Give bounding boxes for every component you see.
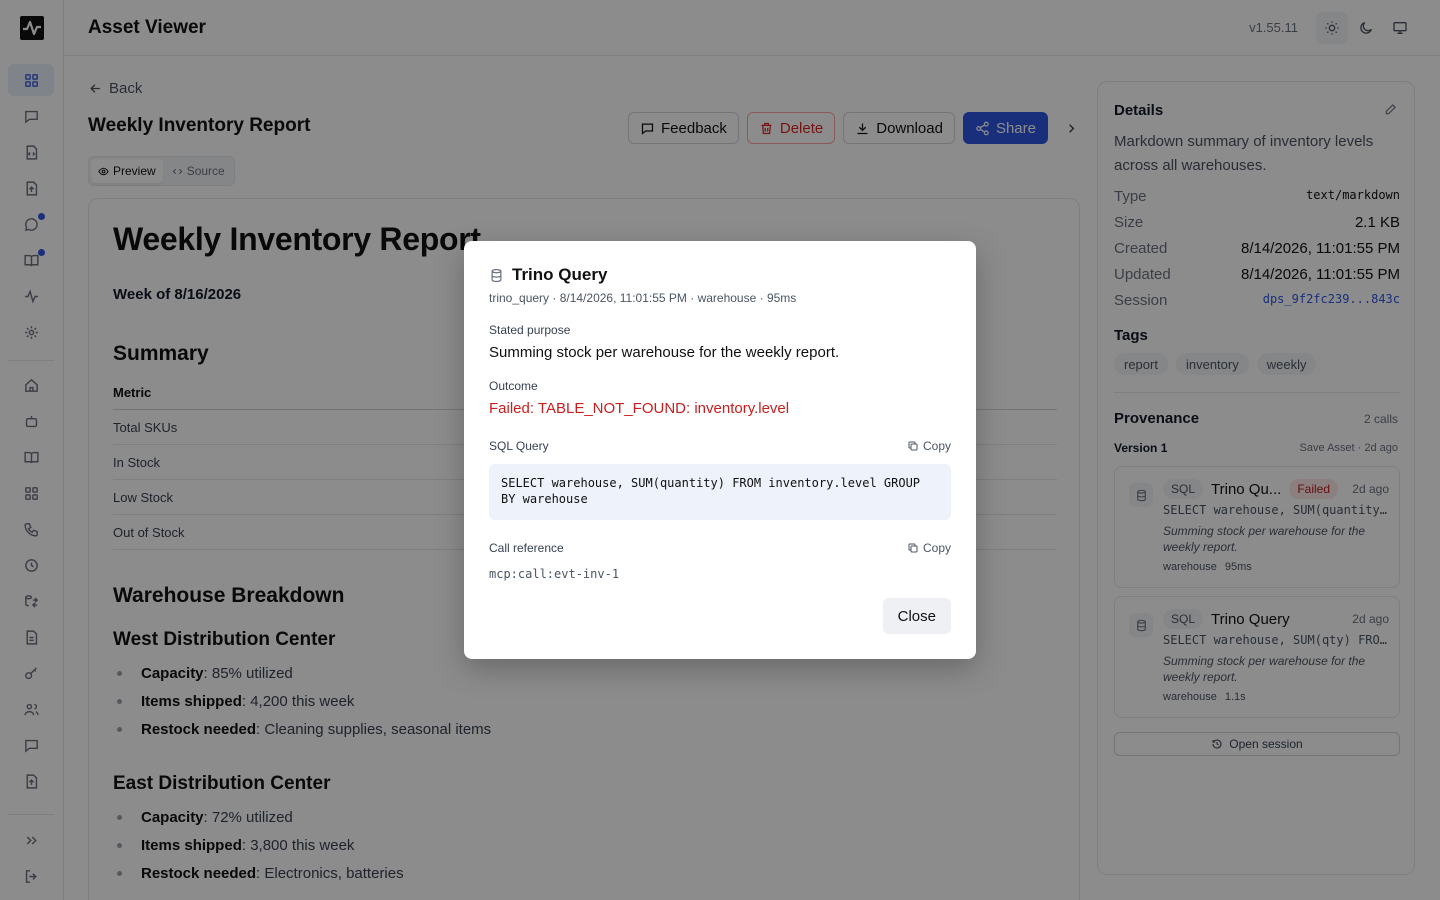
copy-label: Copy: [922, 541, 951, 555]
query-detail-dialog: Trino Query trino_query · 8/14/2026, 11:…: [464, 241, 976, 659]
outcome-label: Outcome: [489, 379, 538, 393]
dialog-header: Trino Query: [489, 265, 607, 285]
copy-label: Copy: [922, 439, 951, 453]
callref-value: mcp:call:evt-inv-1: [489, 567, 620, 581]
sql-code-block: SELECT warehouse, SUM(quantity) FROM inv…: [489, 464, 951, 520]
sql-label: SQL Query: [489, 439, 549, 453]
copy-sql-button[interactable]: Copy: [907, 439, 951, 453]
close-button[interactable]: Close: [882, 598, 951, 634]
callref-label: Call reference: [489, 541, 564, 555]
copy-callref-button[interactable]: Copy: [907, 541, 951, 555]
copy-icon: [907, 440, 919, 452]
purpose-text: Summing stock per warehouse for the week…: [489, 344, 840, 361]
dialog-title: Trino Query: [512, 265, 608, 284]
sql-line: SELECT warehouse, SUM(quantity) FROM inv…: [501, 476, 921, 490]
outcome-text: Failed: TABLE_NOT_FOUND: inventory.level: [489, 400, 790, 417]
sql-line: BY warehouse: [501, 492, 588, 506]
copy-icon: [907, 542, 919, 554]
dialog-meta: trino_query · 8/14/2026, 11:01:55 PM · w…: [489, 291, 797, 305]
purpose-label: Stated purpose: [489, 323, 571, 337]
database-icon: [489, 268, 504, 283]
